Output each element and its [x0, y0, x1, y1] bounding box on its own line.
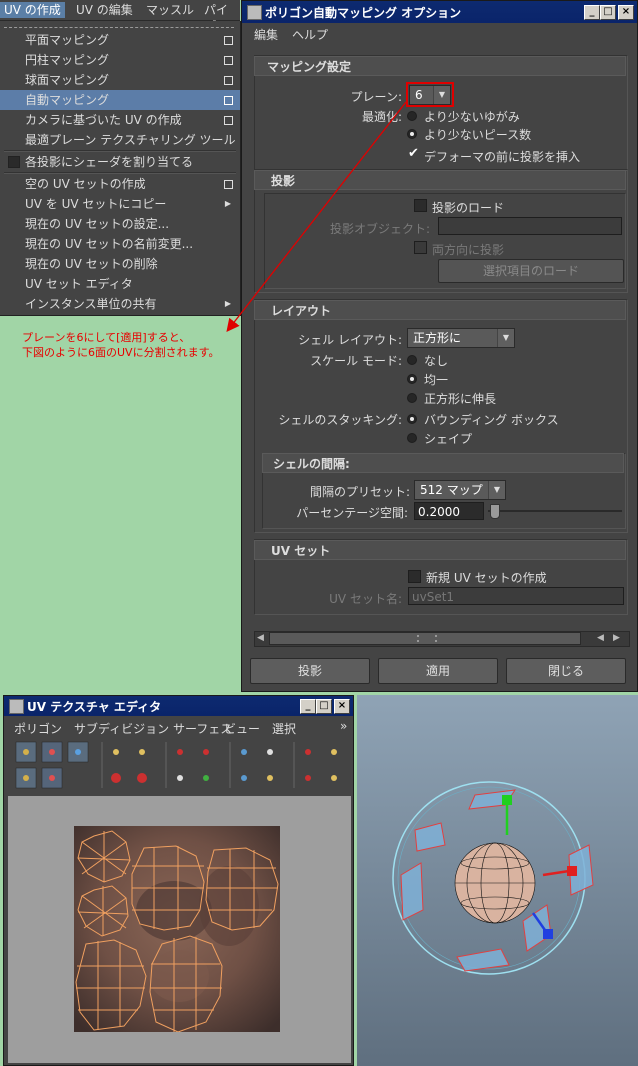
rotate-icon: [75, 749, 81, 755]
rotate-cw-icon: [137, 773, 147, 783]
more-menus-icon[interactable]: »: [340, 719, 347, 733]
uv-viewport[interactable]: [8, 796, 351, 1063]
uv-texture-editor-window: UV テクスチャ エディタ _ □ × ポリゴン サブディビジョン サーフェス …: [3, 695, 354, 1066]
minimize-icon[interactable]: _: [300, 699, 316, 714]
z-axis-handle-icon: [543, 929, 553, 939]
uv-toolbar: [15, 741, 337, 789]
align-uv-icon: [267, 749, 273, 755]
menu-view[interactable]: ビュー: [224, 720, 260, 737]
move-sew-icon: [203, 775, 209, 781]
rotate-ccw-icon: [111, 773, 121, 783]
smudge-icon: [49, 775, 55, 781]
uv-editor-menubar: ポリゴン サブディビジョン サーフェス ビュー 選択 »: [4, 716, 353, 738]
window-icon: [9, 699, 24, 714]
projection-plane-right-bottom: [522, 904, 552, 952]
move-icon: [49, 749, 55, 755]
projection-plane-bottom: [456, 948, 510, 972]
menu-select[interactable]: 選択: [272, 720, 296, 737]
cut-uv-icon: [177, 749, 183, 755]
grid-icon: [23, 749, 29, 755]
unfold-icon: [267, 775, 273, 781]
perspective-viewport[interactable]: [357, 695, 638, 1066]
flip-u-icon: [113, 749, 119, 755]
menu-polygons[interactable]: ポリゴン: [14, 720, 62, 737]
lattice-icon: [23, 775, 29, 781]
layout-uv-icon: [241, 749, 247, 755]
maximize-icon[interactable]: □: [316, 699, 332, 714]
snap-up-icon: [331, 775, 337, 781]
snap-down-icon: [305, 775, 311, 781]
snap-left-icon: [305, 749, 311, 755]
auto-mapping-manipulator: [392, 781, 594, 975]
snap-right-icon: [331, 749, 337, 755]
window-titlebar[interactable]: UV テクスチャ エディタ _ □ ×: [4, 696, 353, 716]
flip-v-icon: [139, 749, 145, 755]
uv-texture-image: [74, 826, 280, 1032]
normalize-icon: [241, 775, 247, 781]
split-uv-icon: [177, 775, 183, 781]
projection-plane-left-top: [414, 822, 446, 852]
x-axis-handle-icon: [567, 866, 577, 876]
y-axis-handle-icon: [502, 795, 512, 805]
projection-plane-left: [400, 862, 424, 921]
sew-uv-icon: [203, 749, 209, 755]
window-title: UV テクスチャ エディタ: [27, 700, 162, 714]
close-icon[interactable]: ×: [334, 699, 350, 714]
menu-subdiv-surfaces[interactable]: サブディビジョン サーフェス: [74, 720, 232, 737]
